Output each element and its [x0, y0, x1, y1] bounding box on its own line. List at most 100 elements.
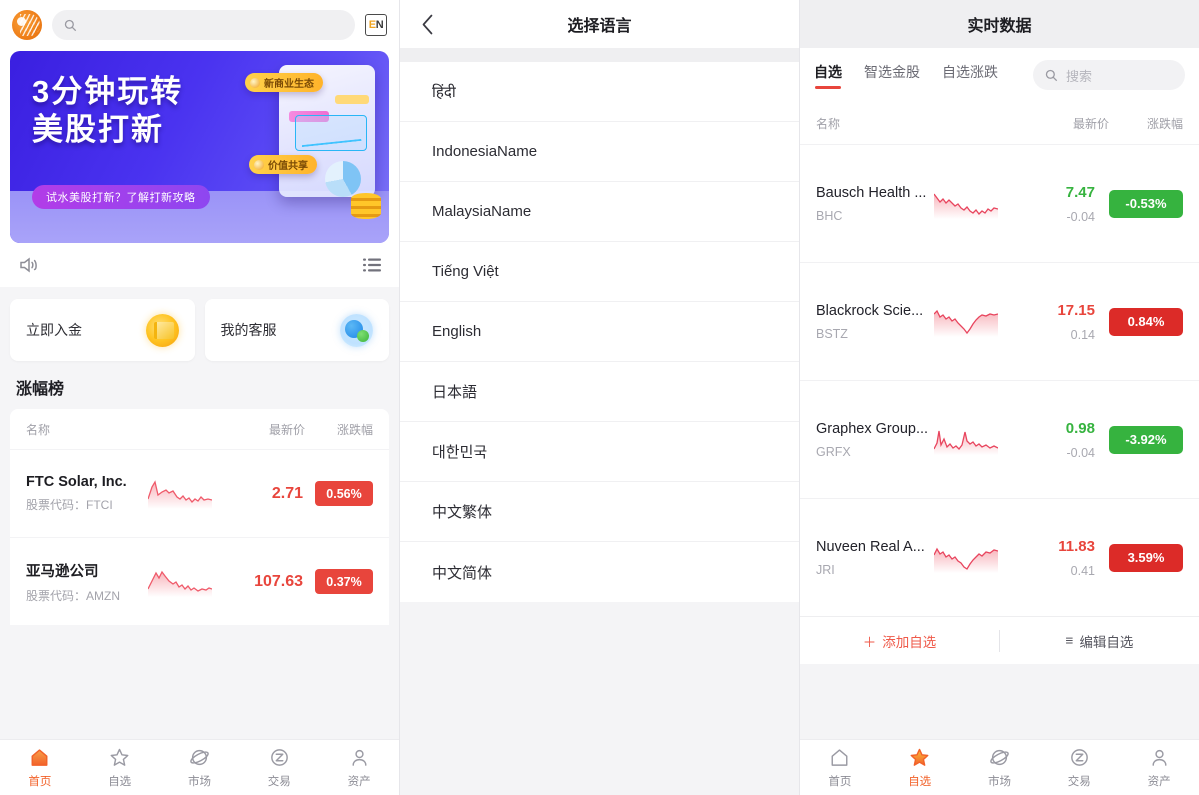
table-row[interactable]: FTC Solar, Inc. 股票代码：FTCI 2.71 0.56%: [10, 449, 389, 537]
sparkline-chart: [148, 479, 212, 509]
nav-label-trade: 交易: [1067, 776, 1091, 788]
back-button[interactable]: [410, 7, 444, 41]
list-item[interactable]: English: [400, 302, 799, 362]
header-name: 名称: [816, 116, 841, 131]
search-icon: [64, 19, 77, 31]
gainers-section-title: 涨幅榜: [16, 381, 65, 398]
add-watchlist-label: 添加自选: [882, 634, 937, 650]
banner-chart-icon: [295, 115, 367, 151]
tab-smart-picks[interactable]: 智选金股: [864, 62, 920, 89]
list-item[interactable]: IndonesiaName: [400, 122, 799, 182]
language-badge[interactable]: EN: [365, 14, 387, 36]
edit-watchlist-button[interactable]: ≡ 编辑自选: [1000, 631, 1199, 651]
change-badge: 0.37%: [315, 569, 373, 594]
banner-pie-icon: [325, 161, 361, 197]
gainers-table: 名称 最新价 涨跌幅 FTC Solar, Inc. 股票代码：FTCI 2.7…: [10, 409, 389, 625]
table-row[interactable]: Graphex Group... GRFX 0.98 -0.04 -3.92%: [800, 380, 1199, 498]
header-price: 最新价: [268, 422, 305, 437]
language-badge-n: N: [375, 18, 384, 31]
banner-title: 3分钟玩转 美股打新: [32, 73, 183, 149]
quotes-actions: ＋ 添加自选 ≡ 编辑自选: [800, 616, 1199, 664]
sparkline-chart: [148, 570, 212, 597]
chevron-left-icon: [422, 14, 432, 34]
search-input[interactable]: [52, 10, 355, 40]
nav-label-assets: 资产: [1147, 776, 1171, 788]
stock-code: GRFX: [816, 444, 851, 459]
quotes-panel: 实时数据 自选 智选金股 自选涨跌 搜索 名称 最新价 涨跌幅 Bausch H…: [800, 0, 1199, 795]
nav-item-trade[interactable]: 交易: [1039, 746, 1119, 789]
nav-item-home[interactable]: 首页: [800, 746, 880, 789]
stock-name: 亚马逊公司: [26, 563, 99, 580]
nav-item-market[interactable]: 市场: [160, 746, 240, 789]
banner-bar-yellow: [335, 95, 369, 104]
add-watchlist-button[interactable]: ＋ 添加自选: [800, 631, 999, 651]
quotes-search-input[interactable]: 搜索: [1033, 60, 1185, 90]
list-item[interactable]: हिंदी: [400, 62, 799, 122]
nav-item-assets[interactable]: 资产: [319, 746, 399, 789]
list-item[interactable]: 日本語: [400, 362, 799, 422]
language-badge-e: E: [368, 18, 376, 31]
stock-name-group: Blackrock Scie... BSTZ: [816, 303, 924, 341]
quick-actions: 立即入金 我的客服: [0, 287, 399, 361]
header-change: 涨跌幅: [336, 422, 373, 437]
market-planet-icon: [188, 746, 210, 768]
change-badge: 0.84%: [1109, 307, 1183, 336]
nav-item-watchlist[interactable]: 自选: [80, 746, 160, 789]
header-name: 名称: [26, 422, 51, 437]
nav-label-watchlist: 自选: [108, 776, 132, 788]
sparkline-chart: [934, 430, 998, 455]
stock-code: JRI: [816, 562, 835, 577]
nav-item-assets[interactable]: 资产: [1119, 746, 1199, 789]
list-item[interactable]: 대한민국: [400, 422, 799, 482]
quotes-table-header: 名称 最新价 涨跌幅: [800, 102, 1199, 144]
customer-service-icon: [340, 313, 373, 347]
sparkline-chart: [934, 193, 998, 219]
list-icon[interactable]: [363, 258, 381, 272]
tab-watchlist-change[interactable]: 自选涨跌: [942, 62, 998, 89]
nav-label-assets: 资产: [347, 776, 371, 788]
app-screen: EN 新商业生态 价值共享 3分钟玩转 美股打新 试水美股打新？了解打新攻略 立…: [0, 0, 1199, 795]
nav-item-trade[interactable]: 交易: [239, 746, 319, 789]
quick-action-service-label: 我的客服: [220, 322, 277, 338]
sparkline-chart: [934, 309, 998, 337]
nav-label-home: 首页: [828, 776, 852, 788]
stock-price: 2.71: [271, 484, 303, 502]
banner-cta-pill[interactable]: 试水美股打新？了解打新攻略: [32, 185, 210, 209]
table-row[interactable]: Nuveen Real A... JRI 11.83 0.41 3.59%: [800, 498, 1199, 616]
nav-item-home[interactable]: 首页: [0, 746, 80, 789]
list-item[interactable]: MalaysiaName: [400, 182, 799, 242]
list-item[interactable]: Tiếng Việt: [400, 242, 799, 302]
nav-item-watchlist[interactable]: 自选: [880, 746, 960, 789]
table-row[interactable]: Blackrock Scie... BSTZ 17.15 0.14 0.84%: [800, 262, 1199, 380]
language-divider: [400, 48, 799, 62]
nav-label-home: 首页: [28, 776, 52, 788]
list-item[interactable]: 中文简体: [400, 542, 799, 602]
table-row[interactable]: Bausch Health ... BHC 7.47 -0.04 -0.53%: [800, 144, 1199, 262]
home-header: EN: [0, 0, 399, 48]
quick-action-service[interactable]: 我的客服: [204, 299, 389, 361]
speaker-icon[interactable]: [18, 256, 40, 274]
stock-name: Nuveen Real A...: [816, 538, 925, 555]
tab-watchlist[interactable]: 自选: [814, 62, 842, 89]
language-empty-area: [400, 602, 799, 795]
header-change: 涨跌幅: [1146, 116, 1183, 131]
stock-delta: 0.14: [1070, 327, 1095, 342]
banner-title-line1: 3分钟玩转: [32, 74, 184, 109]
list-item[interactable]: 中文繁体: [400, 482, 799, 542]
lion-logo: [12, 10, 42, 40]
language-header: 选择语言: [400, 0, 799, 48]
stock-price-group: 17.15 0.14: [998, 302, 1109, 342]
nav-label-trade: 交易: [267, 776, 291, 788]
star-icon: [109, 746, 131, 768]
page-title: 选择语言: [567, 18, 632, 35]
stock-name: Blackrock Scie...: [816, 302, 924, 319]
quotes-empty-area: [800, 664, 1199, 726]
banner-title-line2: 美股打新: [32, 111, 164, 147]
quotes-title: 实时数据: [800, 0, 1199, 48]
quick-action-deposit[interactable]: 立即入金: [10, 299, 195, 361]
nav-item-market[interactable]: 市场: [960, 746, 1040, 789]
banner-tag-1: 新商业生态: [245, 73, 323, 92]
table-row[interactable]: 亚马逊公司 股票代码：AMZN 107.63 0.37%: [10, 537, 389, 625]
stock-delta: -0.04: [1066, 209, 1096, 224]
promo-banner[interactable]: 新商业生态 价值共享 3分钟玩转 美股打新 试水美股打新？了解打新攻略: [10, 51, 389, 243]
